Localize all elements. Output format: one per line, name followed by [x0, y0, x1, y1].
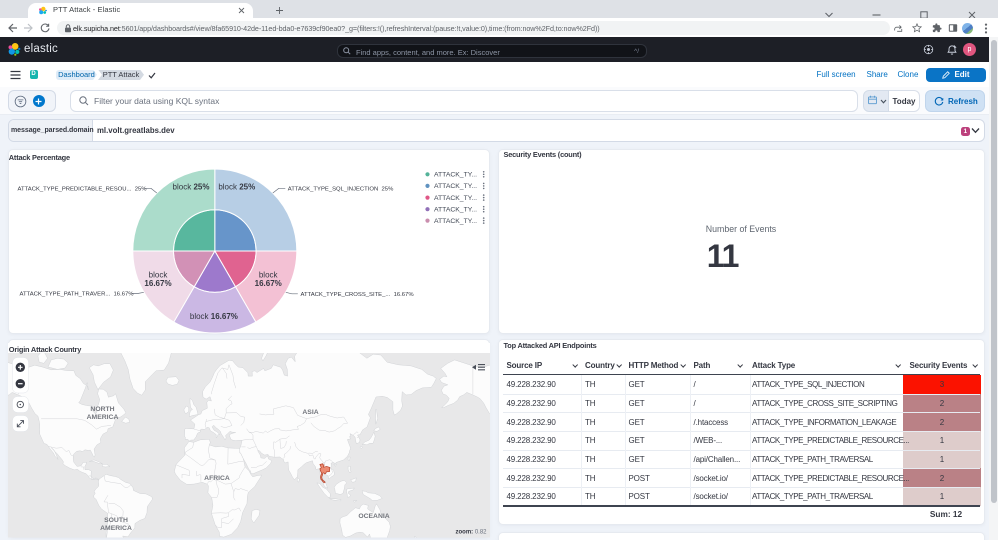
svg-text:ATTACK_TY...: ATTACK_TY...: [434, 183, 477, 190]
svg-text:block: block: [148, 270, 168, 279]
svg-text:ATTACK_TY...: ATTACK_TY...: [434, 218, 477, 225]
svg-text:block: block: [258, 270, 278, 279]
svg-text:ATTACK_TY...: ATTACK_TY...: [434, 195, 477, 202]
svg-text:AMERICA: AMERICA: [100, 525, 132, 532]
svg-text:ATTACK_TYPE_SQL_INJECTION 25%: ATTACK_TYPE_SQL_INJECTION 25%: [287, 187, 393, 193]
svg-text:16.67%: 16.67%: [254, 279, 281, 288]
svg-text:zoom: 0.82: zoom: 0.82: [455, 530, 487, 536]
svg-text:ATTACK_TY...: ATTACK_TY...: [434, 207, 477, 214]
svg-text:ASIA: ASIA: [302, 409, 318, 416]
svg-text:SOUTH: SOUTH: [104, 517, 128, 524]
svg-text:ATTACK_TYPE_CROSS_SITE_... 16: ATTACK_TYPE_CROSS_SITE_... 16.67%: [300, 292, 414, 298]
svg-text:block 25%: block 25%: [218, 183, 255, 192]
svg-text:ATTACK_TY...: ATTACK_TY...: [434, 172, 477, 179]
svg-text:block 16.67%: block 16.67%: [189, 312, 237, 321]
svg-text:ATTACK_TYPE_PREDICTABLE_RESOU.: ATTACK_TYPE_PREDICTABLE_RESOU... 25%: [17, 187, 147, 193]
svg-text:OCEANIA: OCEANIA: [358, 513, 389, 520]
svg-text:NORTH: NORTH: [90, 406, 114, 413]
svg-text:AFRICA: AFRICA: [204, 475, 230, 482]
svg-text:ATTACK_TYPE_PATH_TRAVER... 16: ATTACK_TYPE_PATH_TRAVER... 16.67%: [19, 292, 134, 298]
svg-text:block 25%: block 25%: [172, 183, 209, 192]
svg-text:16.67%: 16.67%: [144, 279, 171, 288]
svg-text:AMERICA: AMERICA: [86, 414, 118, 421]
